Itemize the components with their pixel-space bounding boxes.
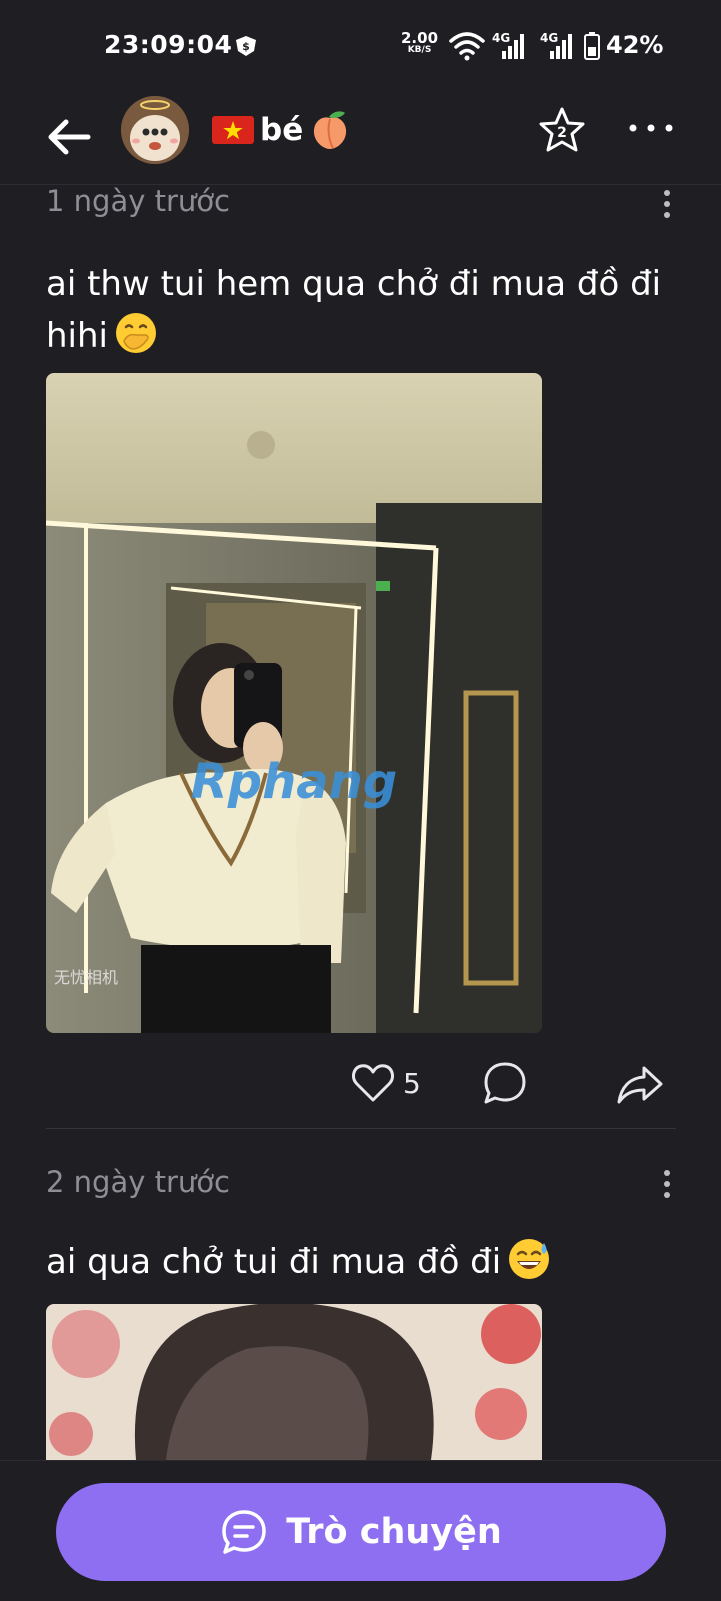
cell-signal-1-icon: 4G — [492, 31, 526, 61]
like-button[interactable]: 5 — [351, 1058, 421, 1108]
chat-button-label: Trò chuyện — [286, 1512, 502, 1552]
back-arrow-icon[interactable] — [44, 112, 94, 162]
battery-icon — [584, 32, 600, 60]
cell-signal-2-icon: 4G — [540, 31, 574, 61]
bottom-bar: Trò chuyện — [0, 1460, 721, 1601]
post-menu-icon[interactable] — [660, 189, 674, 219]
battery-percent: 42% — [606, 31, 664, 59]
hand-over-mouth-emoji-icon — [116, 313, 156, 353]
status-bar: 23:09:04 $ 2.00 KB/S 4G 4G 42% — [0, 0, 721, 92]
post-actions: 5 — [0, 1058, 721, 1108]
post-divider — [46, 1128, 676, 1129]
post-photo[interactable] — [46, 1304, 542, 1460]
star-badge-icon[interactable]: 2 — [538, 106, 586, 154]
post-text: ai qua chở tui đi mua đồ đi — [46, 1236, 686, 1288]
peach-emoji-icon — [314, 111, 347, 149]
profile-title: bé — [212, 108, 351, 152]
more-icon[interactable] — [628, 118, 674, 138]
post-photo[interactable]: Rphang 无忧相机 — [46, 373, 542, 1033]
post-time: 1 ngày trước — [46, 184, 230, 218]
shield-dollar-icon: $ — [236, 36, 256, 56]
heart-icon — [352, 1064, 394, 1102]
photo-corner-mark: 无忧相机 — [54, 968, 118, 987]
svg-text:$: $ — [242, 40, 250, 53]
star-badge-count: 2 — [557, 125, 567, 141]
net-speed: 2.00 KB/S — [401, 29, 439, 56]
profile-name: bé — [260, 112, 304, 148]
post-menu-icon[interactable] — [660, 1169, 674, 1199]
avatar[interactable] — [121, 96, 189, 164]
share-icon[interactable] — [616, 1062, 664, 1106]
chat-bubble-icon — [222, 1510, 266, 1554]
chat-button[interactable]: Trò chuyện — [56, 1483, 666, 1581]
wifi-icon — [449, 32, 485, 61]
comment-icon[interactable] — [482, 1060, 528, 1106]
vietnam-flag-icon — [212, 116, 254, 144]
like-count: 5 — [403, 1066, 421, 1100]
post-text: ai thw tui hem qua chở đi mua đồ đi hihi — [46, 264, 662, 356]
grinning-sweat-emoji-icon — [509, 1239, 550, 1279]
post-time: 2 ngày trước — [46, 1165, 230, 1199]
status-time: 23:09:04 — [104, 30, 233, 59]
profile-header: bé 2 — [0, 92, 721, 185]
photo-watermark: Rphang — [191, 754, 397, 810]
